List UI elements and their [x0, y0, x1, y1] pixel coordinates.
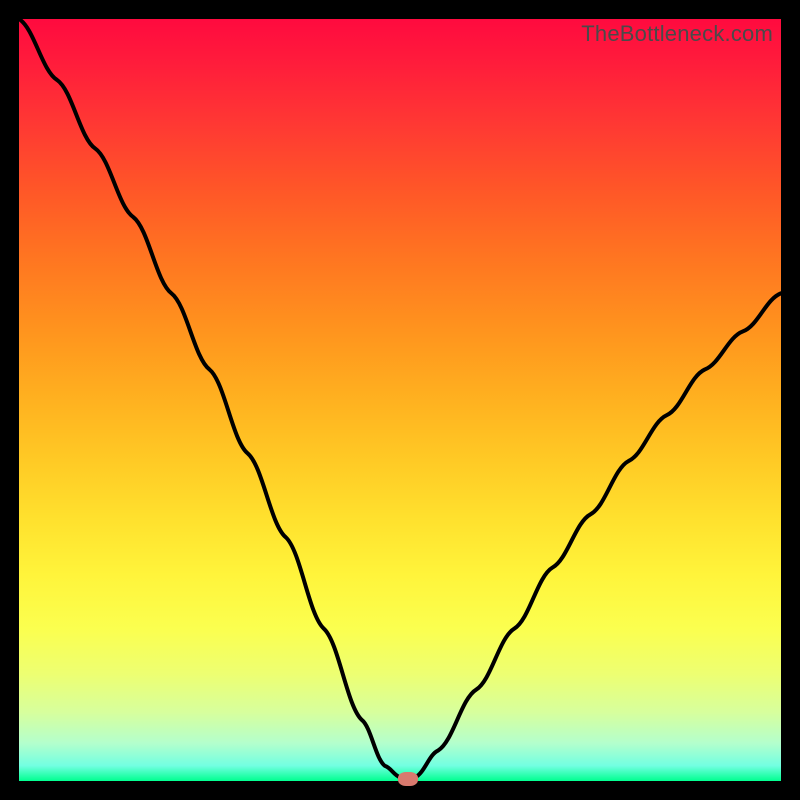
- bottleneck-curve: [19, 19, 781, 781]
- optimum-marker: [398, 772, 418, 786]
- chart-frame: TheBottleneck.com: [0, 0, 800, 800]
- plot-area: TheBottleneck.com: [19, 19, 781, 781]
- curve-svg: [19, 19, 781, 781]
